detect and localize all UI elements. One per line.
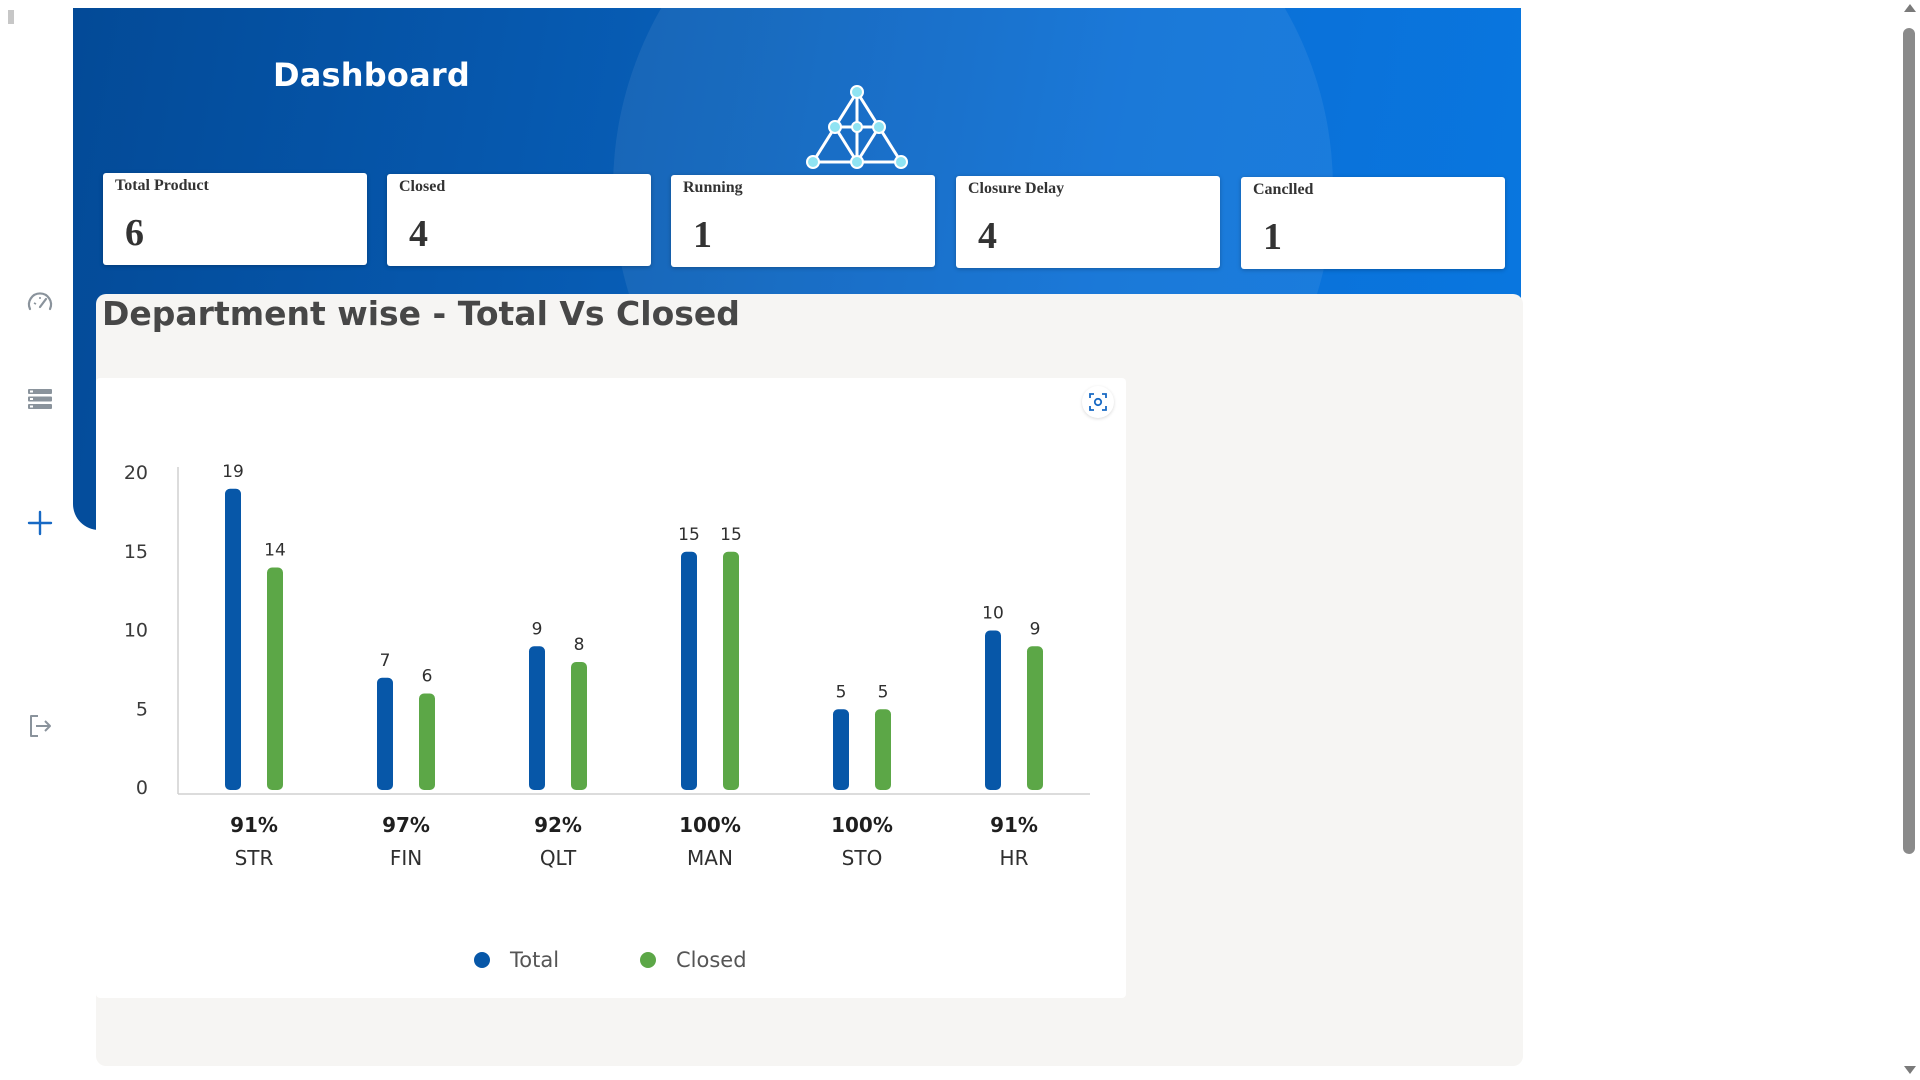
x-tick-label: QLT [540,846,577,870]
y-tick-label: 10 [124,620,148,642]
plus-icon [27,510,53,536]
x-tick-label: HR [1000,846,1029,870]
scroll-thumb[interactable] [1903,28,1915,854]
bar-total [529,646,545,790]
bar-total [681,551,697,790]
legend-label: Closed [676,948,747,972]
fit-view-button[interactable] [1082,386,1114,418]
sidebar-item-dashboard[interactable] [24,287,56,319]
x-tick-label: STO [842,846,883,870]
data-label: 8 [574,635,585,655]
data-label: 19 [222,462,244,482]
bar-closed [267,567,283,790]
stat-card-running[interactable]: Running 1 [671,175,935,267]
x-tick-label: STR [235,846,274,870]
y-tick-label: 15 [124,541,148,563]
legend-label: Total [509,948,559,972]
data-label: 10 [982,604,1004,624]
stat-value: 4 [409,213,428,255]
y-tick-label: 0 [136,777,148,799]
bar-closed [875,709,891,790]
stat-label: Total Product [115,177,209,194]
bar-closed [723,551,739,790]
list-icon [28,389,52,409]
category-percent-label: 92% [534,813,582,837]
data-label: 7 [380,651,391,671]
legend-marker-total [474,952,490,968]
data-label: 5 [878,682,889,702]
bar-closed [571,662,587,790]
x-tick-label: FIN [390,846,422,870]
stat-card-closure-delay[interactable]: Closure Delay 4 [956,176,1220,268]
stat-label: Closure Delay [968,180,1065,197]
stat-label: Running [683,179,743,196]
legend-marker-closed [640,952,656,968]
logout-icon [30,715,51,737]
rail-marker [8,10,14,24]
data-label: 5 [836,682,847,702]
y-tick-label: 5 [136,698,148,720]
stat-value: 4 [978,215,997,257]
bar-total [833,709,849,790]
bar-closed [1027,646,1043,790]
bar-total [985,630,1001,790]
stat-card-canclled[interactable]: Canclled 1 [1241,177,1505,269]
sidebar-item-add[interactable] [24,507,56,539]
content-panel: Department wise - Total Vs Closed 0 5 10 15… [96,294,1523,1066]
page-title: Dashboard [273,56,470,94]
vertical-scrollbar[interactable] [1898,0,1920,1080]
page: Dashboard Total Product 6 Closed 4 Runni… [0,0,1920,1080]
bar-closed [419,693,435,790]
stat-value: 6 [125,212,144,254]
sidebar-item-logout[interactable] [24,710,56,742]
category-percent-label: 91% [990,813,1038,837]
stat-label: Canclled [1253,181,1314,198]
stat-card-closed[interactable]: Closed 4 [387,174,651,266]
y-tick-label: 20 [124,462,148,484]
bar-total [377,677,393,790]
scroll-up-arrow-icon[interactable] [1904,4,1916,12]
category-percent-label: 91% [230,813,278,837]
bar-chart: 0 5 10 15 20 19 14 91% STR 7 6 97% FIN 9 8 92% QLT 15 15 10… [124,462,1090,972]
category-percent-label: 100% [831,813,893,837]
data-label: 15 [678,525,700,545]
sidebar-item-list[interactable] [24,383,56,415]
data-label: 6 [422,667,433,687]
stat-value: 1 [1263,216,1282,258]
scroll-down-arrow-icon[interactable] [1904,1066,1916,1074]
speedometer-icon [27,292,53,311]
data-label: 14 [264,541,286,561]
x-tick-label: MAN [687,846,733,870]
focus-icon [1089,393,1107,411]
stat-card-total-product[interactable]: Total Product 6 [103,173,367,265]
logo-icon [806,85,908,169]
stat-value: 1 [693,214,712,256]
bar-total [225,488,241,790]
data-label: 9 [532,619,543,639]
stat-label: Closed [399,178,446,195]
data-label: 9 [1030,619,1041,639]
chart-card: 0 5 10 15 20 19 14 91% STR 7 6 97% FIN 9 8 92% QLT 15 15 10… [96,378,1126,998]
section-title: Department wise - Total Vs Closed [102,294,740,333]
data-label: 15 [720,525,742,545]
category-percent-label: 97% [382,813,430,837]
category-percent-label: 100% [679,813,741,837]
